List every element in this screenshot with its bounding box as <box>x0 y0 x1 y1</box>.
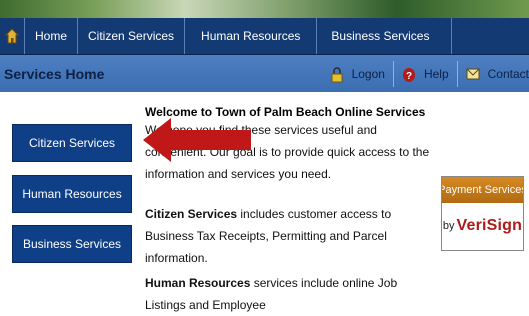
badge-title: Payment Services <box>442 177 523 203</box>
citizen-services-lead: Citizen Services <box>145 207 238 221</box>
header-banner-image <box>0 0 529 18</box>
lock-icon <box>330 66 344 82</box>
divider <box>392 60 394 87</box>
citizen-services-paragraph: Citizen Services includes customer acces… <box>145 203 435 269</box>
nav-home[interactable]: Home <box>25 18 79 54</box>
human-resources-paragraph: Human Resources services include online … <box>145 272 435 316</box>
badge-by: by <box>442 220 455 232</box>
verisign-logo: by VeriSign <box>442 203 523 249</box>
human-resources-lead: Human Resources <box>145 276 251 290</box>
main-nav-bar: Home Citizen Services Human Resources Bu… <box>0 18 529 55</box>
help-icon: ? <box>402 67 416 82</box>
home-icon[interactable] <box>0 18 25 54</box>
mail-icon <box>466 67 480 81</box>
contact-label: Contact <box>487 66 529 81</box>
nav-business-services[interactable]: Business Services <box>317 18 453 54</box>
page-title: Services Home <box>4 65 105 82</box>
business-services-button[interactable]: Business Services <box>12 225 132 263</box>
citizen-services-button[interactable]: Citizen Services <box>12 124 132 162</box>
badge-brand: VeriSign <box>456 217 523 234</box>
contact-link[interactable]: Contact <box>466 67 529 81</box>
logon-link[interactable]: Logon <box>330 66 385 82</box>
help-label: Help <box>423 66 449 81</box>
help-link[interactable]: ? Help <box>402 66 449 82</box>
svg-text:?: ? <box>406 71 412 82</box>
human-resources-button[interactable]: Human Resources <box>12 175 132 213</box>
divider <box>456 60 458 87</box>
logon-label: Logon <box>351 66 385 81</box>
nav-human-resources[interactable]: Human Resources <box>185 18 318 54</box>
verisign-payment-badge[interactable]: Payment Services by VeriSign <box>441 176 524 251</box>
nav-citizen-services[interactable]: Citizen Services <box>78 18 186 54</box>
services-header: Services Home Logon ? Help Contact <box>0 55 529 92</box>
pointer-arrow-icon <box>143 118 251 162</box>
